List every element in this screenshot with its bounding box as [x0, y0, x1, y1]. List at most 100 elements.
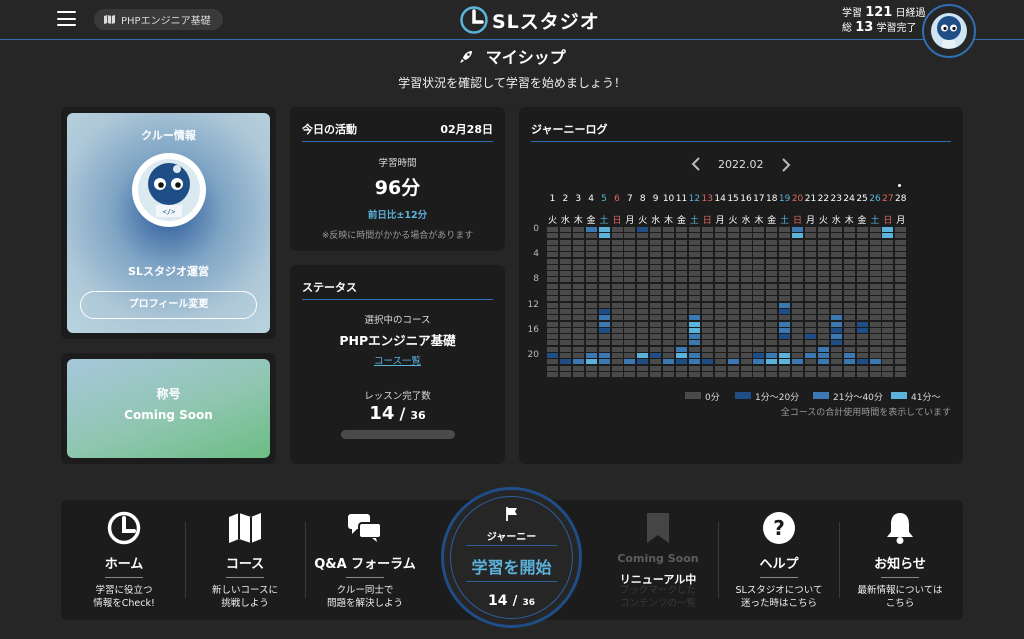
- heatmap-cell: [572, 371, 584, 377]
- heatmap-cell: [714, 239, 726, 245]
- nav-bookmark: Coming Soon: [598, 510, 718, 565]
- heatmap-cell: [701, 296, 713, 302]
- heatmap-cell: [676, 365, 687, 371]
- heatmap-cell: [650, 353, 662, 358]
- heatmap-cell: [663, 245, 675, 251]
- heatmap-cell: [753, 346, 765, 352]
- heatmap-cell: [663, 296, 675, 302]
- heatmap-cell: [688, 233, 700, 239]
- heatmap-cell: [559, 271, 571, 277]
- heatmap-cell: [740, 290, 752, 295]
- heatmap-cell: [559, 283, 571, 289]
- heatmap-cell: [766, 283, 778, 289]
- heatmap-cell: [882, 271, 894, 277]
- heatmap-cell: [805, 245, 816, 251]
- heatmap-cell: [779, 365, 791, 371]
- heatmap-cell: [792, 239, 804, 245]
- heatmap-cell: [843, 353, 855, 358]
- nav-news[interactable]: お知らせ 最新情報については こちら: [840, 510, 960, 610]
- heatmap-cell: [882, 353, 894, 358]
- heatmap-cell: [585, 245, 597, 251]
- heatmap-cell: [779, 264, 791, 270]
- heatmap-cell: [676, 346, 687, 352]
- course-selector[interactable]: PHPエンジニア基礎: [94, 9, 223, 30]
- heatmap-cell: [843, 252, 855, 258]
- heatmap-cell: [856, 346, 868, 352]
- heatmap-cell: [792, 283, 804, 289]
- heatmap-cell: [766, 334, 778, 340]
- heatmap-cell: [766, 353, 778, 358]
- heatmap-cell: [688, 258, 700, 264]
- heatmap-cell: [882, 359, 894, 365]
- heatmap-cell: [714, 233, 726, 239]
- legend-label: 1分〜20分: [755, 393, 800, 403]
- heatmap-cell: [611, 353, 623, 358]
- heatmap-cell: [585, 327, 597, 333]
- heatmap-cell: [547, 315, 558, 321]
- heatmap-cell: [882, 371, 894, 377]
- heatmap-cell: [559, 371, 571, 377]
- heatmap-cell: [676, 258, 687, 264]
- heatmap-cell: [843, 334, 855, 340]
- heatmap-cell: [766, 258, 778, 264]
- heatmap-cell: [572, 359, 584, 365]
- heatmap-cell: [676, 302, 687, 308]
- heatmap-cell: [714, 227, 726, 232]
- nav-course[interactable]: コース 新しいコースに 挑戦しよう: [185, 510, 305, 610]
- start-learning-button[interactable]: ジャーニー 学習を開始 14 / 36: [441, 487, 582, 628]
- heatmap-cell: [701, 271, 713, 277]
- heatmap-cell: [753, 327, 765, 333]
- course-list-link[interactable]: コース一覧: [290, 353, 505, 367]
- nav-home[interactable]: ホーム 学習に役立つ 情報をCheck!: [64, 510, 184, 610]
- heatmap-cell: [611, 346, 623, 352]
- heatmap-cell: [843, 239, 855, 245]
- logo[interactable]: SLスタジオ: [460, 6, 600, 34]
- heatmap-cell: [585, 334, 597, 340]
- heatmap-cell: [895, 334, 907, 340]
- nav-qa-forum[interactable]: Q&A フォーラム クルー同士で 問題を解決しよう: [305, 510, 425, 610]
- heatmap-cell: [779, 346, 791, 352]
- heatmap-cell: [766, 365, 778, 371]
- heatmap-cell: [559, 277, 571, 283]
- heatmap-cell: [688, 346, 700, 352]
- heatmap-cell: [585, 308, 597, 314]
- heatmap-cell: [895, 340, 907, 346]
- flag-icon: [444, 506, 579, 526]
- nav-help[interactable]: ? ヘルプ SLスタジオについて 迷った時はこちら: [719, 510, 839, 610]
- heatmap-cell: [611, 239, 623, 245]
- heatmap-cell: [792, 308, 804, 314]
- journey-label: ジャーニー: [486, 532, 537, 543]
- start-label: 学習を開始: [471, 558, 552, 577]
- heatmap-cell: [547, 334, 558, 340]
- heatmap-cell: [572, 245, 584, 251]
- heatmap-cell: [598, 315, 610, 321]
- profile-edit-button[interactable]: プロフィール変更: [80, 291, 257, 319]
- honor-heading: 称号: [156, 387, 181, 401]
- heatmap-cell: [611, 321, 623, 327]
- heatmap-cell: [585, 290, 597, 295]
- heatmap-cell: [624, 340, 636, 346]
- heatmap-cell: [727, 334, 739, 340]
- heatmap-cell: [805, 264, 816, 270]
- heatmap-cell: [805, 271, 816, 277]
- heatmap-cell: [559, 365, 571, 371]
- heatmap-cell: [598, 371, 610, 377]
- heatmap-cell: [650, 290, 662, 295]
- heatmap-cell: [559, 296, 571, 302]
- heatmap-cell: [637, 239, 649, 245]
- heatmap-cell: [792, 227, 804, 232]
- heatmap-cell: [805, 308, 816, 314]
- heatmap-cell: [817, 353, 829, 358]
- heatmap-cell: [882, 334, 894, 340]
- heatmap-cell: [805, 353, 816, 358]
- heatmap-cell: [688, 283, 700, 289]
- heatmap-cell: [856, 340, 868, 346]
- heatmap-cell: [830, 239, 842, 245]
- heatmap-cell: [856, 371, 868, 377]
- heatmap-cell: [753, 290, 765, 295]
- heatmap-cell: [650, 258, 662, 264]
- heatmap-cell: [611, 245, 623, 251]
- heatmap-cell: [701, 290, 713, 295]
- menu-icon[interactable]: [57, 11, 76, 26]
- heatmap-cell: [792, 252, 804, 258]
